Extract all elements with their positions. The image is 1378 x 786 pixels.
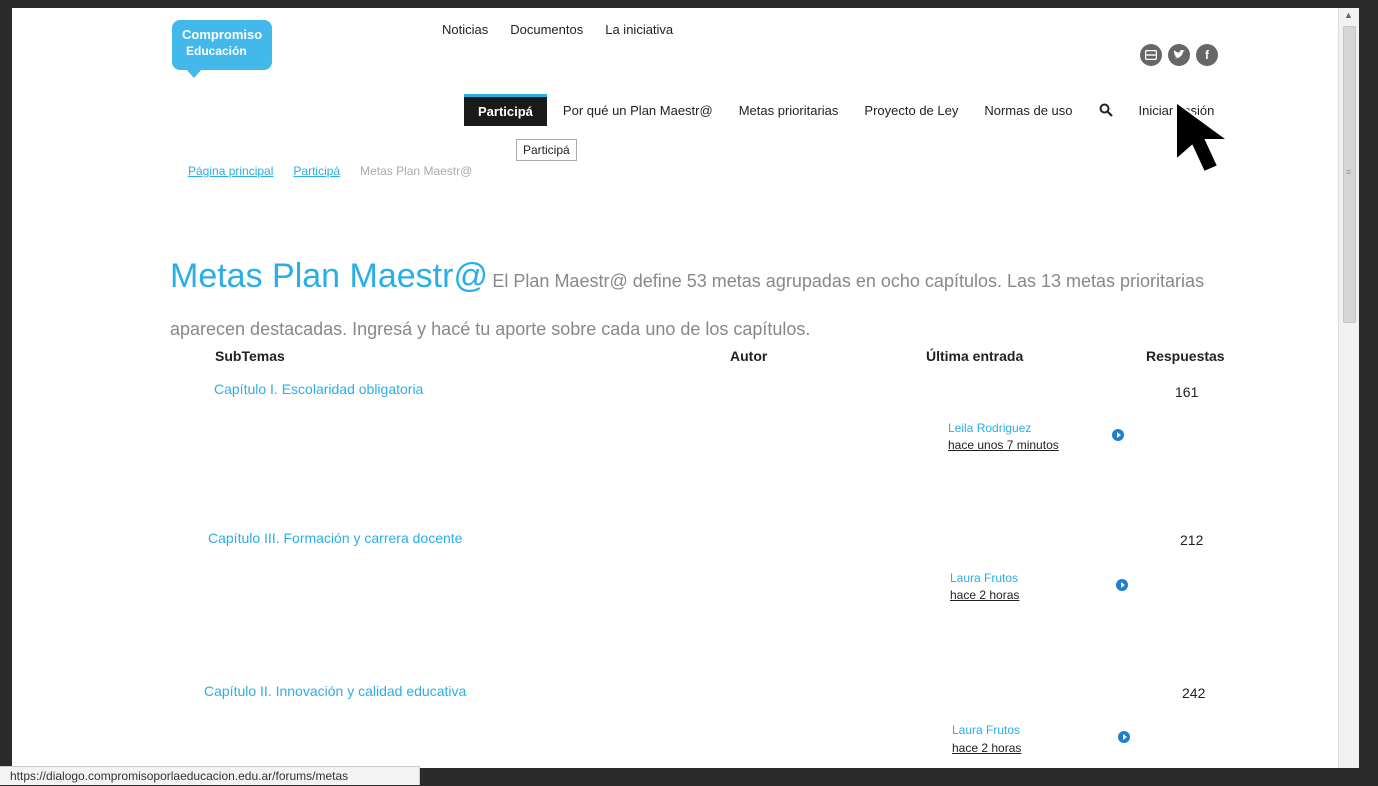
- email-icon[interactable]: [1140, 44, 1162, 66]
- last-entry-author[interactable]: Laura Frutos: [952, 723, 1020, 737]
- go-to-post-icon[interactable]: [1118, 731, 1130, 743]
- tooltip-participa: Participá: [516, 139, 577, 161]
- forum-topic-link[interactable]: Capítulo I. Escolaridad obligatoria: [214, 381, 423, 397]
- top-nav: Noticias Documentos La iniciativa: [442, 22, 673, 37]
- scroll-grip-icon: ≡: [1346, 167, 1352, 177]
- column-header-author: Autor: [730, 348, 768, 364]
- page-title-block: Metas Plan Maestr@ El Plan Maestr@ defin…: [170, 253, 1250, 354]
- last-entry-time[interactable]: hace 2 horas: [952, 741, 1021, 755]
- breadcrumb-participa[interactable]: Participá: [293, 164, 340, 178]
- logo-text-line2: Educación: [186, 44, 247, 58]
- breadcrumb-home[interactable]: Página principal: [188, 164, 273, 178]
- nav-por-que-plan-maestro[interactable]: Por qué un Plan Maestr@: [563, 103, 713, 118]
- social-links: f: [1140, 44, 1218, 66]
- nav-metas-prioritarias[interactable]: Metas prioritarias: [739, 103, 839, 118]
- forum-topic-link[interactable]: Capítulo III. Formación y carrera docent…: [208, 530, 462, 546]
- forum-topic-link[interactable]: Capítulo II. Innovación y calidad educat…: [204, 683, 466, 699]
- go-to-post-icon[interactable]: [1116, 579, 1128, 591]
- breadcrumb-current: Metas Plan Maestr@: [360, 164, 473, 178]
- replies-count: 161: [1175, 384, 1199, 400]
- twitter-icon[interactable]: [1168, 44, 1190, 66]
- column-header-subtopics: SubTemas: [215, 348, 285, 364]
- column-header-replies: Respuestas: [1146, 348, 1225, 364]
- nav-proyecto-de-ley[interactable]: Proyecto de Ley: [864, 103, 958, 118]
- nav-participa[interactable]: Participá: [464, 94, 547, 126]
- vertical-scrollbar[interactable]: ▲ ≡: [1338, 8, 1359, 768]
- browser-page: Compromiso Educación Noticias Documentos…: [12, 8, 1348, 768]
- scrollbar-thumb[interactable]: ≡: [1343, 26, 1356, 323]
- main-nav: Participá Por qué un Plan Maestr@ Metas …: [464, 94, 1240, 126]
- replies-count: 242: [1182, 685, 1206, 701]
- top-nav-documentos[interactable]: Documentos: [510, 22, 583, 37]
- page-title: Metas Plan Maestr@: [170, 257, 488, 295]
- scroll-up-arrow-icon[interactable]: ▲: [1344, 10, 1353, 20]
- nav-normas-de-uso[interactable]: Normas de uso: [984, 103, 1072, 118]
- column-header-last-entry: Última entrada: [926, 348, 1024, 364]
- top-nav-la-iniciativa[interactable]: La iniciativa: [605, 22, 673, 37]
- replies-count: 212: [1180, 532, 1204, 548]
- last-entry-time[interactable]: hace unos 7 minutos: [948, 438, 1059, 452]
- last-entry-time[interactable]: hace 2 horas: [950, 588, 1019, 602]
- search-icon[interactable]: [1099, 103, 1113, 117]
- facebook-icon[interactable]: f: [1196, 44, 1218, 66]
- last-entry-author[interactable]: Laura Frutos: [950, 571, 1018, 585]
- last-entry-author[interactable]: Leila Rodriguez: [948, 421, 1031, 435]
- site-logo[interactable]: Compromiso Educación: [172, 20, 272, 78]
- go-to-post-icon[interactable]: [1112, 429, 1124, 441]
- top-nav-noticias[interactable]: Noticias: [442, 22, 488, 37]
- logo-text-line1: Compromiso: [182, 27, 263, 42]
- mouse-cursor-icon: [1175, 100, 1232, 174]
- breadcrumb: Página principal Participá Metas Plan Ma…: [188, 164, 472, 178]
- status-bar-url: https://dialogo.compromisoporlaeducacion…: [0, 766, 420, 785]
